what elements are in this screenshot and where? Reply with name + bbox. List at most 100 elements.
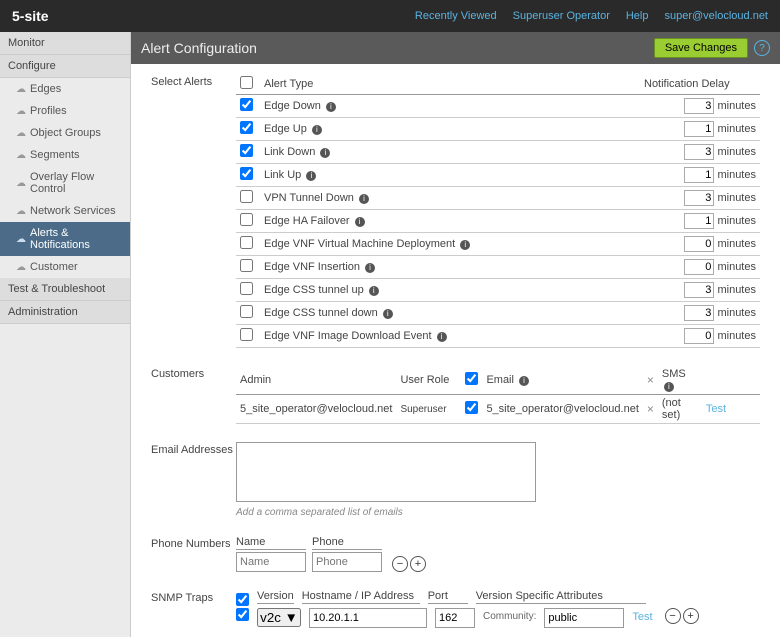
sidebar-item-network-services[interactable]: ☁Network Services — [0, 200, 130, 222]
info-icon[interactable]: i — [326, 102, 336, 112]
alert-delay-input[interactable] — [684, 98, 714, 114]
cloud-icon: ☁ — [16, 262, 26, 273]
alert-checkbox[interactable] — [240, 213, 253, 226]
alert-name: Edge Up — [264, 123, 307, 135]
alert-delay-input[interactable] — [684, 328, 714, 344]
cloud-icon: ☁ — [16, 106, 26, 117]
cloud-icon: ☁ — [16, 84, 26, 95]
sidebar-item-object-groups[interactable]: ☁Object Groups — [0, 122, 130, 144]
info-icon[interactable]: i — [437, 332, 447, 342]
alert-checkbox[interactable] — [240, 98, 253, 111]
remove-icon[interactable]: × — [647, 402, 654, 416]
remove-phone-button[interactable]: − — [392, 556, 408, 572]
help-icon[interactable]: ? — [754, 40, 770, 56]
phone-name-input[interactable] — [236, 552, 306, 572]
alert-delay-input[interactable] — [684, 144, 714, 160]
sidebar-test[interactable]: Test & Troubleshoot — [0, 278, 130, 301]
alert-row: Edge Down i minutes — [236, 95, 760, 118]
community-label: Community: — [483, 608, 536, 622]
alert-name: Edge CSS tunnel up — [264, 284, 364, 296]
alert-delay-input[interactable] — [684, 167, 714, 183]
save-changes-button[interactable]: Save Changes — [654, 38, 748, 58]
phone-number-input[interactable] — [312, 552, 382, 572]
sidebar-monitor[interactable]: Monitor — [0, 32, 130, 55]
alert-unit: minutes — [717, 100, 756, 112]
test-link[interactable]: Test — [632, 608, 652, 623]
sidebar-configure[interactable]: Configure — [0, 55, 130, 78]
alert-row: Link Up i minutes — [236, 164, 760, 187]
add-phone-button[interactable]: + — [410, 556, 426, 572]
col-alert-type: Alert Type — [260, 74, 640, 95]
sidebar-item-profiles[interactable]: ☁Profiles — [0, 100, 130, 122]
snmp-host-input[interactable] — [309, 608, 427, 628]
help-link[interactable]: Help — [626, 10, 649, 22]
alert-unit: minutes — [717, 192, 756, 204]
info-icon[interactable]: i — [355, 217, 365, 227]
info-icon[interactable]: i — [519, 376, 529, 386]
alert-unit: minutes — [717, 284, 756, 296]
info-icon[interactable]: i — [369, 286, 379, 296]
alert-name: Link Down — [264, 146, 315, 158]
snmp-community-input[interactable] — [544, 608, 624, 628]
info-icon[interactable]: i — [312, 125, 322, 135]
alert-checkbox[interactable] — [240, 236, 253, 249]
info-icon[interactable]: i — [383, 309, 393, 319]
alert-checkbox[interactable] — [240, 282, 253, 295]
add-snmp-button[interactable]: + — [683, 608, 699, 624]
cloud-icon: ☁ — [16, 150, 26, 161]
alert-checkbox[interactable] — [240, 144, 253, 157]
email-master-checkbox[interactable] — [465, 372, 478, 385]
info-icon[interactable]: i — [664, 382, 674, 392]
alert-delay-input[interactable] — [684, 213, 714, 229]
snmp-version-select[interactable]: v2c ▼ — [257, 608, 301, 627]
test-link[interactable]: Test — [706, 403, 726, 415]
sidebar-item-alerts-notifications[interactable]: ☁Alerts & Notifications — [0, 222, 130, 256]
alert-checkbox[interactable] — [240, 305, 253, 318]
alert-unit: minutes — [717, 330, 756, 342]
alert-delay-input[interactable] — [684, 236, 714, 252]
superuser-link[interactable]: Superuser Operator — [513, 10, 610, 22]
remove-icon[interactable]: × — [647, 373, 654, 387]
alert-unit: minutes — [717, 307, 756, 319]
emails-textarea[interactable] — [236, 442, 536, 502]
sidebar-item-overlay-flow-control[interactable]: ☁Overlay Flow Control — [0, 166, 130, 200]
alert-checkbox[interactable] — [240, 121, 253, 134]
snmp-port-input[interactable] — [435, 608, 475, 628]
customers-table: Admin User Role Email i × SMS i 5_site_o… — [236, 366, 760, 424]
alert-checkbox[interactable] — [240, 167, 253, 180]
sidebar-item-edges[interactable]: ☁Edges — [0, 78, 130, 100]
alerts-master-checkbox[interactable] — [240, 76, 253, 89]
alert-checkbox[interactable] — [240, 259, 253, 272]
sidebar-item-customer[interactable]: ☁Customer — [0, 256, 130, 278]
col-user-role: User Role — [396, 366, 461, 395]
user-link[interactable]: super@velocloud.net — [664, 10, 768, 22]
sidebar-item-segments[interactable]: ☁Segments — [0, 144, 130, 166]
info-icon[interactable]: i — [306, 171, 316, 181]
snmp-master-checkbox[interactable] — [236, 593, 249, 606]
alert-delay-input[interactable] — [684, 121, 714, 137]
alert-row: Edge VNF Insertion i minutes — [236, 256, 760, 279]
alert-name: Edge VNF Insertion — [264, 261, 360, 273]
alert-row: Edge VNF Image Download Event i minutes — [236, 325, 760, 348]
customer-email-checkbox[interactable] — [465, 401, 478, 414]
alert-checkbox[interactable] — [240, 328, 253, 341]
remove-snmp-button[interactable]: − — [665, 608, 681, 624]
emails-label: Email Addresses — [151, 442, 236, 456]
info-icon[interactable]: i — [460, 240, 470, 250]
customer-sms: (not set) — [658, 395, 702, 424]
sidebar-admin[interactable]: Administration — [0, 301, 130, 324]
info-icon[interactable]: i — [320, 148, 330, 158]
info-icon[interactable]: i — [365, 263, 375, 273]
topbar: 5-site Recently Viewed Superuser Operato… — [0, 0, 780, 32]
alert-checkbox[interactable] — [240, 190, 253, 203]
brand: 5-site — [12, 8, 49, 24]
alert-delay-input[interactable] — [684, 282, 714, 298]
recently-viewed-link[interactable]: Recently Viewed — [415, 10, 497, 22]
alert-delay-input[interactable] — [684, 190, 714, 206]
alert-unit: minutes — [717, 146, 756, 158]
snmp-row-checkbox[interactable] — [236, 608, 249, 621]
info-icon[interactable]: i — [359, 194, 369, 204]
col-sms: SMS — [662, 368, 686, 380]
alert-delay-input[interactable] — [684, 259, 714, 275]
alert-delay-input[interactable] — [684, 305, 714, 321]
